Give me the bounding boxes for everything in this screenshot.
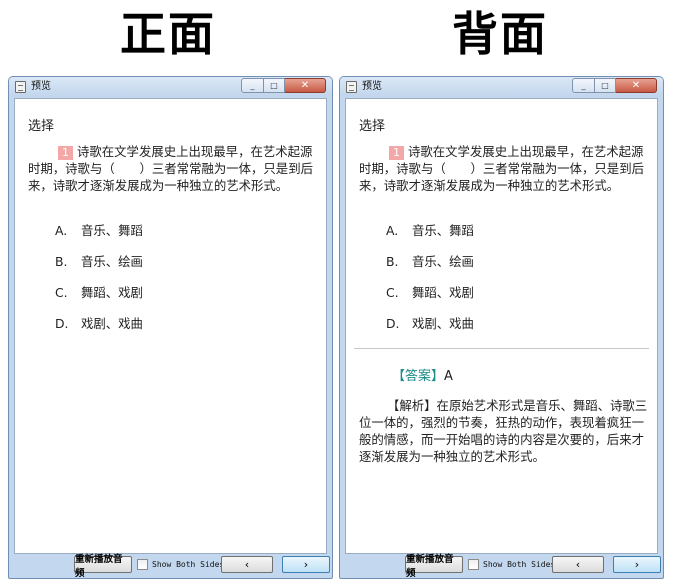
title-bar: 预览 _ □ ✕ [9,77,332,97]
card-heading: 选择 [28,119,55,134]
option-d: D. 戏剧、戏曲 [55,316,143,347]
question-stem: 1 诗歌在文学发展史上出现最早，在艺术起源时期，诗歌与（ ）三者常常融为一体，只是… [28,143,320,194]
maximize-icon: □ [601,81,609,90]
options-list: A. 音乐、舞蹈 B. 音乐、绘画 C. 舞蹈、戏剧 D. 戏剧、戏曲 [55,223,143,347]
maximize-button[interactable]: □ [595,78,616,93]
app-icon [15,81,26,93]
options-list: A. 音乐、舞蹈 B. 音乐、绘画 C. 舞蹈、戏剧 D. 戏剧、戏曲 [386,223,474,347]
question-stem: 1 诗歌在文学发展史上出现最早，在艺术起源时期，诗歌与（ ）三者常常融为一体，只是… [359,143,651,194]
answer-divider [354,348,649,349]
option-letter: D. [55,316,69,331]
option-text: 戏剧、戏曲 [81,316,143,331]
option-letter: C. [386,285,399,300]
chevron-left-icon: ‹ [244,558,250,571]
option-a: A. 音乐、舞蹈 [55,223,143,254]
option-a: A. 音乐、舞蹈 [386,223,474,254]
front-label: 正面 [120,7,216,61]
option-letter: B. [55,254,68,269]
minimize-button[interactable]: _ [572,78,595,93]
show-both-sides-checkbox[interactable] [137,559,148,570]
maximize-icon: □ [270,81,278,90]
close-button[interactable]: ✕ [616,78,657,93]
window-title: 预览 [31,81,51,92]
show-both-sides-label: Show Both Sides [152,560,225,569]
card-heading: 选择 [359,119,386,134]
option-text: 舞蹈、戏剧 [81,285,143,300]
option-c: C. 舞蹈、戏剧 [386,285,474,316]
next-button[interactable]: › [613,556,661,573]
option-letter: A. [386,223,399,238]
preview-window-front: 预览 _ □ ✕ 选择 1 诗歌在文学发展史上出现最早，在艺术起源时期，诗歌与（ … [8,76,333,579]
option-letter: A. [55,223,68,238]
app-icon [346,81,357,93]
back-label: 背面 [452,7,548,61]
option-letter: B. [386,254,399,269]
window-controls: _ □ ✕ [572,78,657,93]
show-both-sides-label: Show Both Sides [483,560,556,569]
close-button[interactable]: ✕ [285,78,326,93]
option-d: D. 戏剧、戏曲 [386,316,474,347]
question-number-badge: 1 [389,146,404,160]
answer-value: A [444,369,453,384]
previous-button[interactable]: ‹ [221,556,273,573]
show-both-sides-toggle[interactable]: Show Both Sides [137,559,224,570]
option-letter: C. [55,285,68,300]
option-b: B. 音乐、绘画 [386,254,474,285]
card-content: 选择 1 诗歌在文学发展史上出现最早，在艺术起源时期，诗歌与（ ）三者常常融为一体… [345,98,658,554]
option-c: C. 舞蹈、戏剧 [55,285,143,316]
window-title: 预览 [362,81,382,92]
close-icon: ✕ [300,80,310,91]
answer-line: 【答案】A [392,365,453,384]
window-footer: 重新播放音频 Show Both Sides ‹ › [14,554,330,579]
analysis-text: 【解析】在原始艺术形式是音乐、舞蹈、诗歌三位一体的，强烈的节奏，狂热的动作，表现… [359,398,648,464]
option-text: 音乐、舞蹈 [81,223,143,238]
chevron-left-icon: ‹ [575,558,581,571]
option-text: 舞蹈、戏剧 [412,285,474,300]
next-button[interactable]: › [282,556,330,573]
window-controls: _ □ ✕ [241,78,326,93]
window-footer: 重新播放音频 Show Both Sides ‹ › [345,554,661,579]
preview-window-back: 预览 _ □ ✕ 选择 1 诗歌在文学发展史上出现最早，在艺术起源时期，诗歌与（ … [339,76,664,579]
option-text: 戏剧、戏曲 [412,316,474,331]
show-both-sides-toggle[interactable]: Show Both Sides [468,559,555,570]
option-letter: D. [386,316,400,331]
option-text: 音乐、舞蹈 [412,223,474,238]
chevron-right-icon: › [303,558,309,571]
card-content: 选择 1 诗歌在文学发展史上出现最早，在艺术起源时期，诗歌与（ ）三者常常融为一体… [14,98,327,554]
minimize-icon: _ [581,81,586,90]
option-b: B. 音乐、绘画 [55,254,143,285]
option-text: 音乐、绘画 [412,254,474,269]
replay-audio-button[interactable]: 重新播放音频 [405,554,463,579]
title-bar: 预览 _ □ ✕ [340,77,663,97]
option-text: 音乐、绘画 [81,254,143,269]
close-icon: ✕ [631,80,641,91]
replay-audio-button[interactable]: 重新播放音频 [74,554,132,579]
minimize-button[interactable]: _ [241,78,264,93]
minimize-icon: _ [250,81,255,90]
chevron-right-icon: › [634,558,640,571]
question-number-badge: 1 [58,146,73,160]
previous-button[interactable]: ‹ [552,556,604,573]
answer-label: 【答案】 [392,369,445,384]
show-both-sides-checkbox[interactable] [468,559,479,570]
maximize-button[interactable]: □ [264,78,285,93]
